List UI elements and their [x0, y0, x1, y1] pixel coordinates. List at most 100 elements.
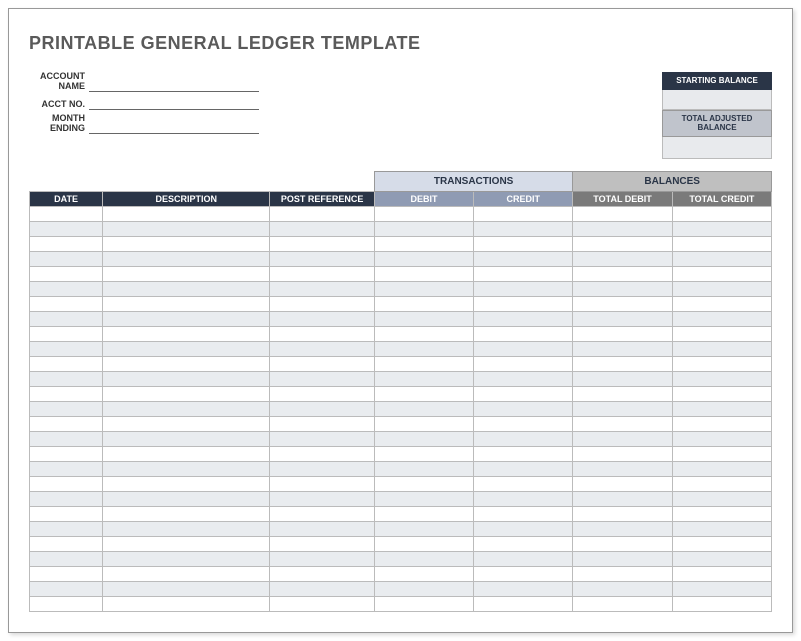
- table-cell[interactable]: [474, 251, 573, 266]
- table-cell[interactable]: [672, 266, 771, 281]
- table-cell[interactable]: [474, 221, 573, 236]
- table-cell[interactable]: [573, 431, 672, 446]
- table-cell[interactable]: [573, 341, 672, 356]
- table-cell[interactable]: [474, 386, 573, 401]
- table-cell[interactable]: [30, 461, 103, 476]
- table-cell[interactable]: [374, 431, 473, 446]
- table-cell[interactable]: [672, 581, 771, 596]
- table-cell[interactable]: [270, 236, 375, 251]
- acct-no-input[interactable]: [89, 96, 259, 110]
- table-cell[interactable]: [474, 311, 573, 326]
- table-cell[interactable]: [672, 206, 771, 221]
- table-cell[interactable]: [30, 476, 103, 491]
- table-cell[interactable]: [374, 491, 473, 506]
- table-cell[interactable]: [30, 566, 103, 581]
- table-cell[interactable]: [30, 371, 103, 386]
- table-cell[interactable]: [103, 461, 270, 476]
- table-cell[interactable]: [374, 506, 473, 521]
- table-cell[interactable]: [374, 386, 473, 401]
- table-cell[interactable]: [374, 341, 473, 356]
- table-cell[interactable]: [30, 206, 103, 221]
- table-cell[interactable]: [474, 266, 573, 281]
- table-cell[interactable]: [573, 311, 672, 326]
- table-cell[interactable]: [672, 476, 771, 491]
- table-cell[interactable]: [474, 431, 573, 446]
- table-cell[interactable]: [30, 521, 103, 536]
- table-cell[interactable]: [573, 356, 672, 371]
- table-cell[interactable]: [474, 371, 573, 386]
- table-cell[interactable]: [270, 251, 375, 266]
- table-cell[interactable]: [672, 461, 771, 476]
- table-cell[interactable]: [573, 221, 672, 236]
- table-cell[interactable]: [374, 566, 473, 581]
- table-cell[interactable]: [103, 416, 270, 431]
- table-cell[interactable]: [270, 446, 375, 461]
- table-cell[interactable]: [374, 266, 473, 281]
- table-cell[interactable]: [474, 416, 573, 431]
- table-cell[interactable]: [30, 446, 103, 461]
- table-cell[interactable]: [573, 551, 672, 566]
- table-cell[interactable]: [270, 371, 375, 386]
- table-cell[interactable]: [474, 506, 573, 521]
- table-cell[interactable]: [573, 581, 672, 596]
- table-cell[interactable]: [103, 296, 270, 311]
- table-cell[interactable]: [474, 521, 573, 536]
- table-cell[interactable]: [374, 476, 473, 491]
- table-cell[interactable]: [374, 446, 473, 461]
- table-cell[interactable]: [474, 446, 573, 461]
- table-cell[interactable]: [30, 551, 103, 566]
- table-cell[interactable]: [672, 506, 771, 521]
- table-cell[interactable]: [30, 401, 103, 416]
- table-cell[interactable]: [672, 221, 771, 236]
- table-cell[interactable]: [573, 416, 672, 431]
- table-cell[interactable]: [573, 566, 672, 581]
- table-cell[interactable]: [270, 596, 375, 611]
- table-cell[interactable]: [103, 221, 270, 236]
- table-cell[interactable]: [30, 341, 103, 356]
- table-cell[interactable]: [474, 491, 573, 506]
- table-cell[interactable]: [374, 251, 473, 266]
- table-cell[interactable]: [474, 476, 573, 491]
- table-cell[interactable]: [30, 581, 103, 596]
- table-cell[interactable]: [270, 341, 375, 356]
- table-cell[interactable]: [270, 536, 375, 551]
- table-cell[interactable]: [374, 581, 473, 596]
- table-cell[interactable]: [103, 476, 270, 491]
- table-cell[interactable]: [103, 431, 270, 446]
- table-cell[interactable]: [270, 221, 375, 236]
- table-cell[interactable]: [374, 596, 473, 611]
- table-cell[interactable]: [103, 251, 270, 266]
- table-cell[interactable]: [374, 371, 473, 386]
- table-cell[interactable]: [270, 476, 375, 491]
- table-cell[interactable]: [30, 251, 103, 266]
- table-cell[interactable]: [103, 446, 270, 461]
- table-cell[interactable]: [573, 251, 672, 266]
- table-cell[interactable]: [30, 221, 103, 236]
- table-cell[interactable]: [474, 281, 573, 296]
- table-cell[interactable]: [573, 476, 672, 491]
- table-cell[interactable]: [270, 266, 375, 281]
- table-cell[interactable]: [103, 506, 270, 521]
- table-cell[interactable]: [573, 491, 672, 506]
- table-cell[interactable]: [30, 431, 103, 446]
- table-cell[interactable]: [474, 461, 573, 476]
- table-cell[interactable]: [103, 596, 270, 611]
- table-cell[interactable]: [672, 341, 771, 356]
- table-cell[interactable]: [573, 536, 672, 551]
- table-cell[interactable]: [270, 581, 375, 596]
- table-cell[interactable]: [573, 236, 672, 251]
- table-cell[interactable]: [30, 356, 103, 371]
- table-cell[interactable]: [573, 446, 672, 461]
- table-cell[interactable]: [270, 326, 375, 341]
- table-cell[interactable]: [474, 206, 573, 221]
- table-cell[interactable]: [573, 386, 672, 401]
- table-cell[interactable]: [103, 326, 270, 341]
- table-cell[interactable]: [672, 236, 771, 251]
- table-cell[interactable]: [270, 311, 375, 326]
- table-cell[interactable]: [103, 401, 270, 416]
- table-cell[interactable]: [374, 401, 473, 416]
- table-cell[interactable]: [103, 566, 270, 581]
- table-cell[interactable]: [573, 596, 672, 611]
- starting-balance-value[interactable]: [662, 90, 772, 110]
- table-cell[interactable]: [270, 566, 375, 581]
